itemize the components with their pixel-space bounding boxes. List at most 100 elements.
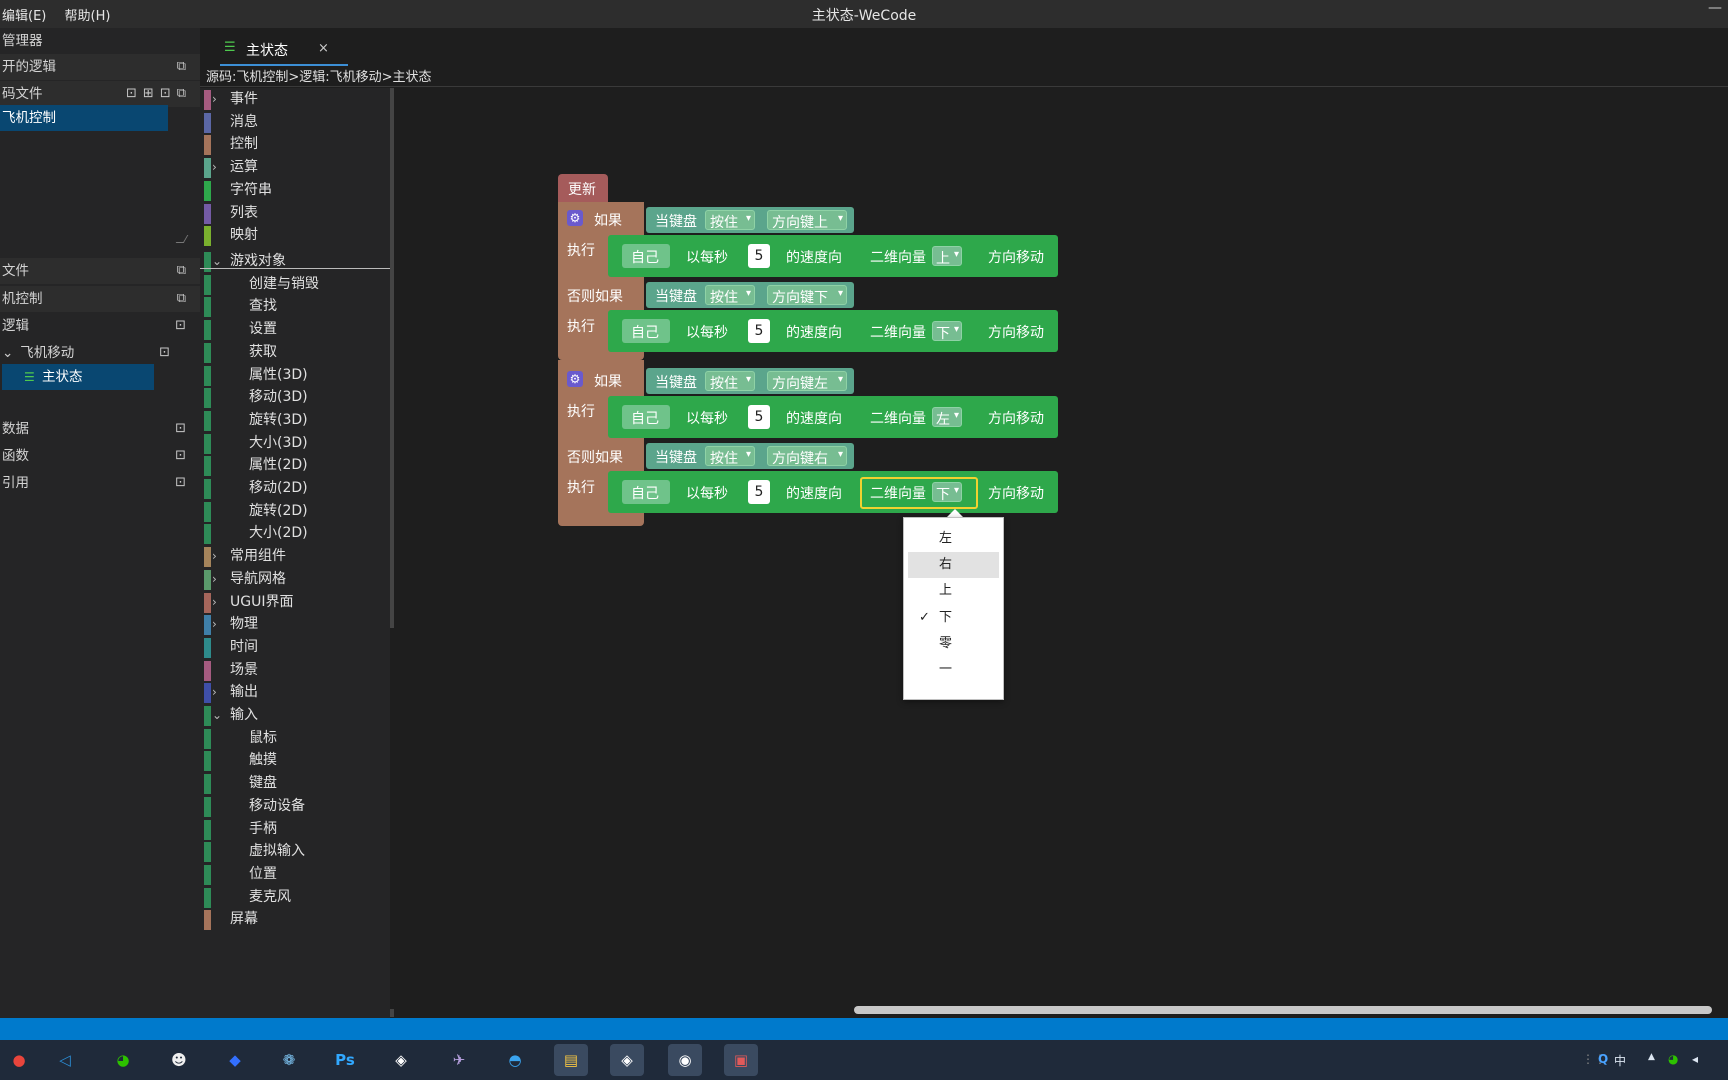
dropdown-option[interactable]: 一 [908, 657, 999, 683]
speed-input[interactable]: 5 [748, 319, 770, 343]
chevron-right-icon[interactable]: › [212, 591, 224, 613]
speed-input[interactable]: 5 [748, 405, 770, 429]
vs-icon[interactable]: ✈ [442, 1044, 476, 1076]
move-block[interactable]: 自己 以每秒 5 的速度向 二维向量 上 ▾ 方向移动 [608, 235, 1058, 277]
files-section[interactable]: 文件 ⧉ [0, 258, 200, 284]
new-item-icon[interactable]: ⊡ [175, 313, 192, 339]
move-block[interactable]: 自己 以每秒 5 的速度向 二维向量 下 ▾ 方向移动 [608, 310, 1058, 352]
new-item-icon[interactable]: ⊡ [159, 340, 176, 366]
toolbox-category[interactable]: 鼠标 [200, 727, 390, 749]
collapse-icon[interactable]: ⧉ [177, 258, 192, 284]
toolbox-category[interactable]: 触摸 [200, 749, 390, 772]
press-dropdown[interactable]: 按住 ▾ [705, 371, 755, 392]
self-block[interactable]: 自己 [622, 405, 670, 429]
toolbox-category[interactable]: 旋转(2D) [200, 500, 390, 522]
dropdown-option[interactable]: ✓ 下 [908, 605, 999, 631]
move-block[interactable]: 自己 以每秒 5 的速度向 二维向量 下 ▾ 方向移动 [608, 471, 1058, 513]
photos-icon[interactable]: ❁ [272, 1044, 306, 1076]
toolbox-category[interactable]: 移动(2D) [200, 477, 390, 499]
chevron-right-icon[interactable]: › [212, 568, 224, 590]
toolbox-category[interactable]: 创建与销毁 [200, 273, 390, 295]
toolbox-category[interactable]: 屏幕 [200, 908, 390, 931]
key-dropdown[interactable]: 方向键下 ▾ [767, 285, 847, 306]
self-block[interactable]: 自己 [622, 480, 670, 504]
speed-input[interactable]: 5 [748, 244, 770, 268]
toolbox-category[interactable]: 获取 [200, 341, 390, 363]
toolbox-category[interactable]: › 输出 [200, 681, 390, 704]
press-dropdown[interactable]: 按住 ▾ [705, 285, 755, 306]
collapse-icon[interactable]: ⧉ [177, 286, 192, 312]
dropdown-option[interactable]: 右 [908, 552, 999, 579]
dropdown-option[interactable]: 零 [908, 631, 999, 657]
toolbox-category[interactable]: 键盘 [200, 772, 390, 795]
data-node[interactable]: 数据 ⊡ [0, 416, 200, 442]
vscode-icon[interactable]: ◁ [48, 1044, 82, 1076]
toolbox-category[interactable]: 移动设备 [200, 795, 390, 817]
wechat-icon[interactable]: ◕ [106, 1044, 140, 1076]
toolbox-category[interactable]: 列表 [200, 202, 390, 224]
toolbox-category[interactable]: 设置 [200, 318, 390, 341]
press-dropdown[interactable]: 按住 ▾ [705, 210, 755, 231]
toolbox-category[interactable]: › 事件 [200, 88, 390, 110]
tray-expand-icon[interactable]: ▲ [1648, 1052, 1655, 1062]
toolbox-category[interactable]: 控制 [200, 133, 390, 156]
chevron-right-icon[interactable]: › [212, 156, 224, 178]
wecode-icon[interactable]: ▣ [724, 1044, 758, 1076]
functions-node[interactable]: 函数 ⊡ [0, 443, 200, 469]
key-dropdown[interactable]: 方向键右 ▾ [767, 446, 847, 467]
feishu-icon[interactable]: ◆ [218, 1044, 252, 1076]
tab-main-state[interactable]: ☰ 主状态 × [220, 36, 348, 66]
toolbox-category[interactable]: 属性(3D) [200, 364, 390, 386]
direction-dropdown[interactable]: 左 ▾ [932, 407, 962, 428]
press-dropdown[interactable]: 按住 ▾ [705, 446, 755, 467]
new-item-icon[interactable]: ⊡ [175, 470, 192, 496]
toolbox-category[interactable]: 旋转(3D) [200, 409, 390, 431]
toolbox-category[interactable]: › 导航网格 [200, 568, 390, 590]
open-logic-section[interactable]: 开的逻辑 ⧉ [0, 54, 200, 80]
resize-grip-icon[interactable] [175, 235, 189, 243]
refs-node[interactable]: 引用 ⊡ [0, 470, 200, 496]
chevron-down-icon[interactable]: ⌄ [212, 704, 224, 726]
keyboard-condition-block[interactable]: 当键盘 按住 ▾ 方向键右 ▾ [646, 443, 854, 469]
minimize-button[interactable]: — [1708, 0, 1722, 16]
self-block[interactable]: 自己 [622, 244, 670, 268]
toolbox-category[interactable]: › 运算 [200, 156, 390, 179]
edge-icon[interactable]: ◓ [498, 1044, 532, 1076]
direction-dropdown[interactable]: 上 ▾ [932, 246, 962, 267]
toolbox-category[interactable]: 查找 [200, 295, 390, 318]
horizontal-scrollbar[interactable] [854, 1006, 1712, 1014]
toolbox-category[interactable]: 位置 [200, 863, 390, 885]
toolbox-category[interactable]: 字符串 [200, 179, 390, 201]
dropdown-option[interactable]: 上 [908, 578, 999, 604]
toolbox-category[interactable]: 大小(2D) [200, 522, 390, 545]
explorer-icon[interactable]: ▤ [554, 1044, 588, 1076]
obs-icon[interactable]: ◉ [668, 1044, 702, 1076]
toolbox-category[interactable]: › 常用组件 [200, 545, 390, 568]
keyboard-condition-block[interactable]: 当键盘 按住 ▾ 方向键上 ▾ [646, 207, 854, 233]
gear-icon[interactable]: ⚙ [567, 210, 583, 226]
dropdown-option[interactable]: 左 [908, 526, 999, 552]
chevron-down-icon[interactable]: ⌄ [2, 340, 16, 366]
vector2-block[interactable]: 二维向量 左 ▾ [862, 404, 964, 430]
move-block[interactable]: 自己 以每秒 5 的速度向 二维向量 左 ▾ 方向移动 [608, 396, 1058, 438]
ime-mode[interactable]: 中 [1614, 1052, 1626, 1069]
chevron-right-icon[interactable]: › [212, 681, 224, 703]
update-event-block[interactable]: 更新 [558, 174, 608, 202]
chevron-right-icon[interactable]: › [212, 613, 224, 635]
toolbox-category[interactable]: 大小(3D) [200, 432, 390, 454]
chevron-right-icon[interactable]: › [212, 88, 224, 110]
close-icon[interactable]: × [318, 41, 329, 56]
photoshop-icon[interactable]: Ps [328, 1044, 362, 1076]
new-item-icon[interactable]: ⊡ [175, 416, 192, 442]
unity-icon[interactable]: ◈ [384, 1044, 418, 1076]
key-dropdown[interactable]: 方向键上 ▾ [767, 210, 847, 231]
volume-icon[interactable]: ◂ [1692, 1052, 1698, 1066]
code-files-section[interactable]: 码文件 ⊡⊞⊡⧉ [0, 81, 200, 107]
vector2-block[interactable]: 二维向量 上 ▾ [862, 243, 964, 269]
self-block[interactable]: 自己 [622, 319, 670, 343]
key-dropdown[interactable]: 方向键左 ▾ [767, 371, 847, 392]
toolbox-category[interactable]: 麦克风 [200, 886, 390, 908]
logic-child-node[interactable]: ⌄ 飞机移动 ⊡ [0, 340, 200, 366]
toolbox-category[interactable]: › 物理 [200, 613, 390, 636]
collapse-icon[interactable]: ⧉ [177, 54, 192, 80]
